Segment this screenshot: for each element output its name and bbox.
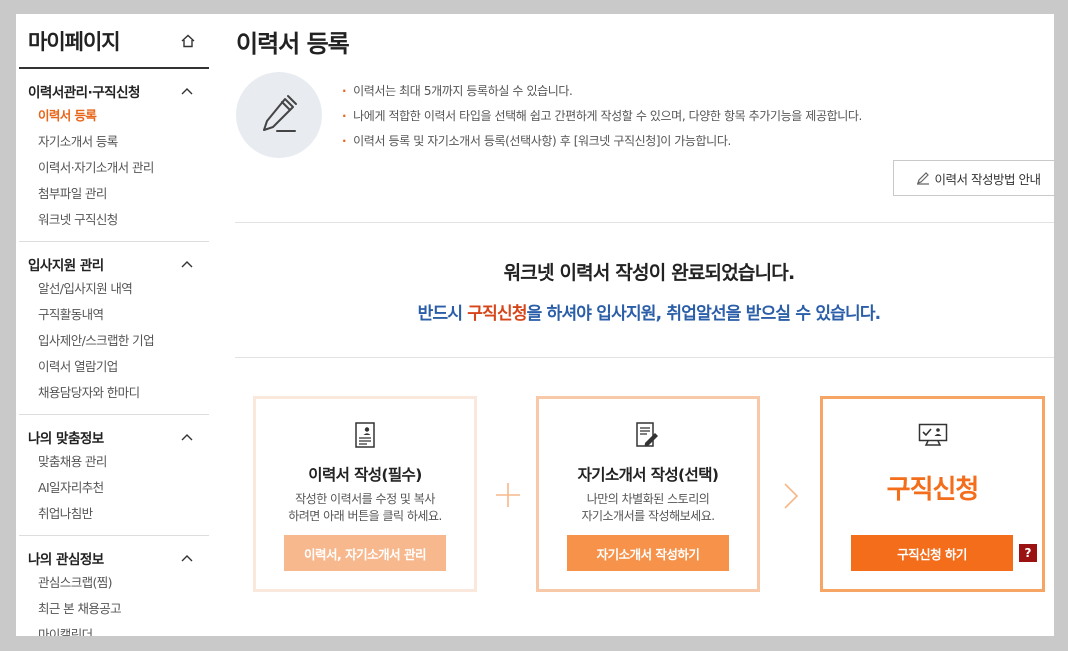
step-card-job-apply: 구직신청 구직신청 하기 ? (820, 396, 1045, 592)
sidebar-title: 마이페이지 (28, 29, 121, 54)
step-desc-line: 작성한 이력서를 수정 및 복사 (295, 492, 435, 506)
step-title-job-apply: 구직신청 (886, 475, 980, 505)
sidebar-item-job-apply[interactable]: 워크넷 구직신청 (19, 207, 209, 233)
resume-guide-button[interactable]: 이력서 작성방법 안내 (893, 160, 1054, 196)
page-frame: 마이페이지 이력서관리·구직신청 이력서 등록 자기소개서 등록 이력서·자기소… (16, 14, 1054, 636)
chevron-up-icon[interactable] (181, 258, 193, 270)
step-desc-line: 하려면 아래 버튼을 클릭 하세요. (288, 509, 442, 523)
step-description: 작성한 이력서를 수정 및 복사 하려면 아래 버튼을 클릭 하세요. (288, 491, 442, 525)
step-card-resume: 이력서 작성(필수) 작성한 이력서를 수정 및 복사 하려면 아래 버튼을 클… (253, 396, 477, 592)
sidebar-item-offers-scraps[interactable]: 입사제안/스크랩한 기업 (19, 328, 209, 354)
cover-letter-icon (635, 421, 661, 449)
sidebar-item-cover-letter-register[interactable]: 자기소개서 등록 (19, 129, 209, 155)
job-apply-button[interactable]: 구직신청 하기 (851, 535, 1013, 571)
sidebar-group-label: 나의 맞춤정보 (28, 431, 104, 447)
sidebar-item-ai-recommend[interactable]: AI일자리추천 (19, 475, 209, 501)
sidebar-item-resume-viewers[interactable]: 이력서 열람기업 (19, 354, 209, 380)
complete-message: 워크넷 이력서 작성이 완료되었습니다. (503, 262, 796, 284)
apply-notice-highlight: 구직신청 (467, 304, 527, 324)
sidebar-group-label: 나의 관심정보 (28, 552, 104, 568)
sidebar-group-label: 이력서관리·구직신청 (28, 85, 140, 101)
info-note: 이력서는 최대 5개까지 등록하실 수 있습니다. (342, 82, 862, 107)
sidebar-item-resume-register[interactable]: 이력서 등록 (19, 103, 209, 129)
sidebar-group-interest: 나의 관심정보 관심스크랩(찜) 최근 본 채용공고 마이캘린더 (19, 536, 209, 636)
sidebar-group-resume: 이력서관리·구직신청 이력서 등록 자기소개서 등록 이력서·자기소개서 관리 … (19, 69, 209, 242)
sidebar-item-career-compass[interactable]: 취업나침반 (19, 501, 209, 527)
home-icon[interactable] (179, 32, 197, 50)
info-note: 나에게 적합한 이력서 타입을 선택해 쉽고 간편하게 작성할 수 있으며, 다… (342, 107, 862, 132)
sidebar-group-header[interactable]: 입사지원 관리 (19, 252, 209, 276)
step-title: 이력서 작성(필수) (308, 466, 422, 484)
sidebar-item-attachment-manage[interactable]: 첨부파일 관리 (19, 181, 209, 207)
chevron-up-icon[interactable] (181, 85, 193, 97)
step-desc-line: 나만의 차별화된 스토리의 (586, 492, 710, 506)
step-title: 자기소개서 작성(선택) (577, 466, 719, 484)
sidebar-item-application-history[interactable]: 알선/입사지원 내역 (19, 276, 209, 302)
sidebar-group-label: 입사지원 관리 (28, 258, 104, 274)
divider (235, 222, 1054, 223)
sidebar: 마이페이지 이력서관리·구직신청 이력서 등록 자기소개서 등록 이력서·자기소… (19, 14, 209, 636)
chevron-up-icon[interactable] (181, 552, 193, 564)
sidebar-item-custom-recruit[interactable]: 맞춤채용 관리 (19, 449, 209, 475)
sidebar-group-application: 입사지원 관리 알선/입사지원 내역 구직활동내역 입사제안/스크랩한 기업 이… (19, 242, 209, 415)
apply-notice: 반드시 구직신청을 하셔야 입사지원, 취업알선을 받으실 수 있습니다. (235, 299, 1054, 324)
main-content: 이력서 등록 이력서는 최대 5개까지 등록하실 수 있습니다. 나에게 적합한… (235, 14, 1054, 636)
step-card-cover-letter: 자기소개서 작성(선택) 나만의 차별화된 스토리의 자기소개서를 작성해보세요… (536, 396, 760, 592)
manage-resume-button[interactable]: 이력서, 자기소개서 관리 (284, 535, 446, 571)
resume-guide-label: 이력서 작성방법 안내 (934, 171, 1041, 187)
sidebar-item-scrap[interactable]: 관심스크랩(찜) (19, 570, 209, 596)
monitor-check-icon (918, 421, 948, 449)
chevron-up-icon[interactable] (181, 431, 193, 443)
plus-icon (496, 483, 520, 507)
sidebar-group-custom: 나의 맞춤정보 맞춤채용 관리 AI일자리추천 취업나침반 (19, 415, 209, 536)
write-cover-letter-button[interactable]: 자기소개서 작성하기 (567, 535, 729, 571)
pen-icon (236, 72, 322, 158)
apply-notice-before: 반드시 (417, 304, 468, 324)
chevron-right-icon (784, 483, 799, 509)
sidebar-group-header[interactable]: 이력서관리·구직신청 (19, 79, 209, 103)
pencil-icon (916, 172, 929, 185)
apply-notice-after: 을 하셔야 입사지원, 취업알선을 받으실 수 있습니다. (526, 304, 881, 324)
page-title: 이력서 등록 (236, 30, 350, 58)
sidebar-item-recruiter-chat[interactable]: 채용담당자와 한마디 (19, 380, 209, 406)
sidebar-item-resume-manage[interactable]: 이력서·자기소개서 관리 (19, 155, 209, 181)
help-icon[interactable]: ? (1019, 544, 1037, 562)
sidebar-item-job-activity[interactable]: 구직활동내역 (19, 302, 209, 328)
step-description: 나만의 차별화된 스토리의 자기소개서를 작성해보세요. (581, 491, 715, 525)
sidebar-item-calendar[interactable]: 마이캘린더 (19, 622, 209, 636)
sidebar-header: 마이페이지 (19, 14, 209, 69)
sidebar-group-header[interactable]: 나의 맞춤정보 (19, 425, 209, 449)
info-notes: 이력서는 최대 5개까지 등록하실 수 있습니다. 나에게 적합한 이력서 타입… (342, 82, 862, 157)
step-desc-line: 자기소개서를 작성해보세요. (581, 509, 715, 523)
info-note: 이력서 등록 및 자기소개서 등록(선택사항) 후 [워크넷 구직신청]이 가능… (342, 132, 862, 157)
divider (235, 357, 1054, 358)
resume-doc-icon (354, 421, 376, 449)
sidebar-item-recent-jobs[interactable]: 최근 본 채용공고 (19, 596, 209, 622)
sidebar-group-header[interactable]: 나의 관심정보 (19, 546, 209, 570)
